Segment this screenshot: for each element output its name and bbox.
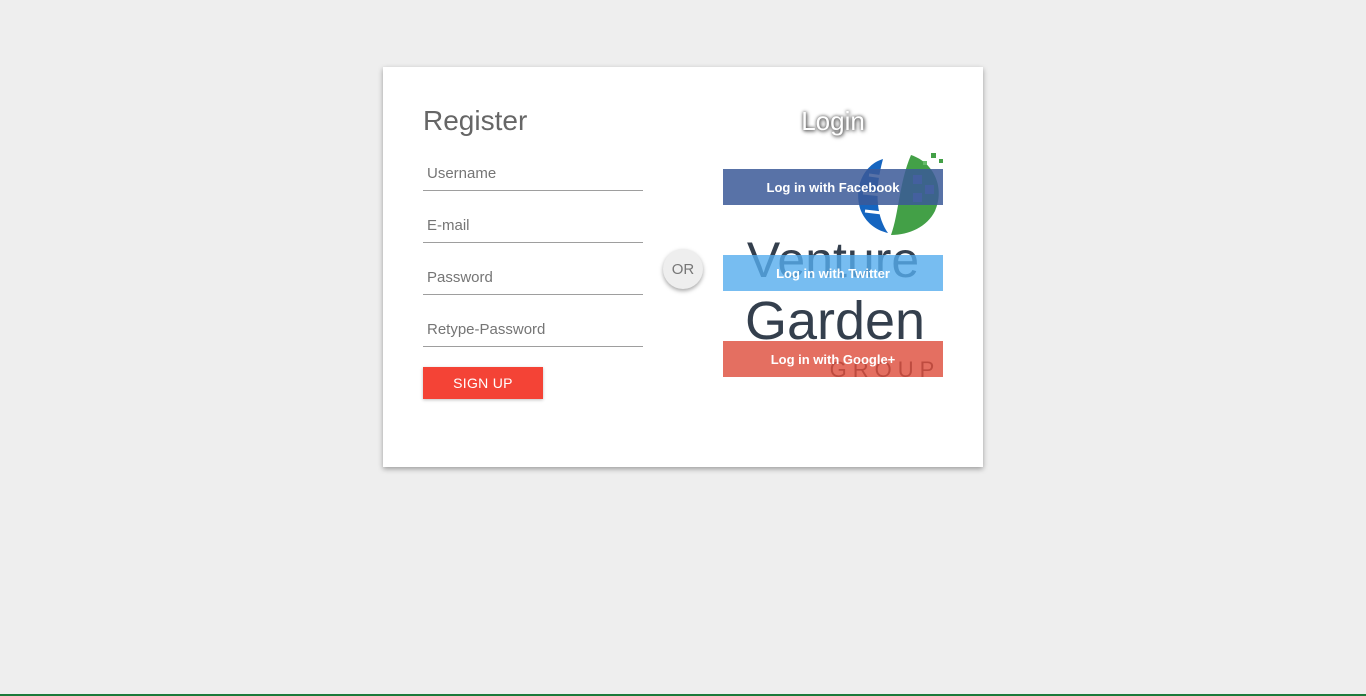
retype-password-input[interactable] xyxy=(423,313,643,347)
google-login-button[interactable]: Log in with Google+ xyxy=(723,341,943,377)
twitter-login-button[interactable]: Log in with Twitter xyxy=(723,255,943,291)
password-input[interactable] xyxy=(423,261,643,295)
facebook-login-button[interactable]: Log in with Facebook xyxy=(723,169,943,205)
register-title: Register xyxy=(423,105,528,136)
email-input[interactable] xyxy=(423,209,643,243)
signup-button[interactable]: SIGN UP xyxy=(423,367,543,399)
login-title: Login xyxy=(801,106,865,136)
page: Register SIGN UP OR Venture Garden GROUP xyxy=(0,0,1366,696)
auth-card: Register SIGN UP OR Venture Garden GROUP xyxy=(383,67,983,467)
or-divider: OR xyxy=(663,249,703,289)
username-input[interactable] xyxy=(423,157,643,191)
